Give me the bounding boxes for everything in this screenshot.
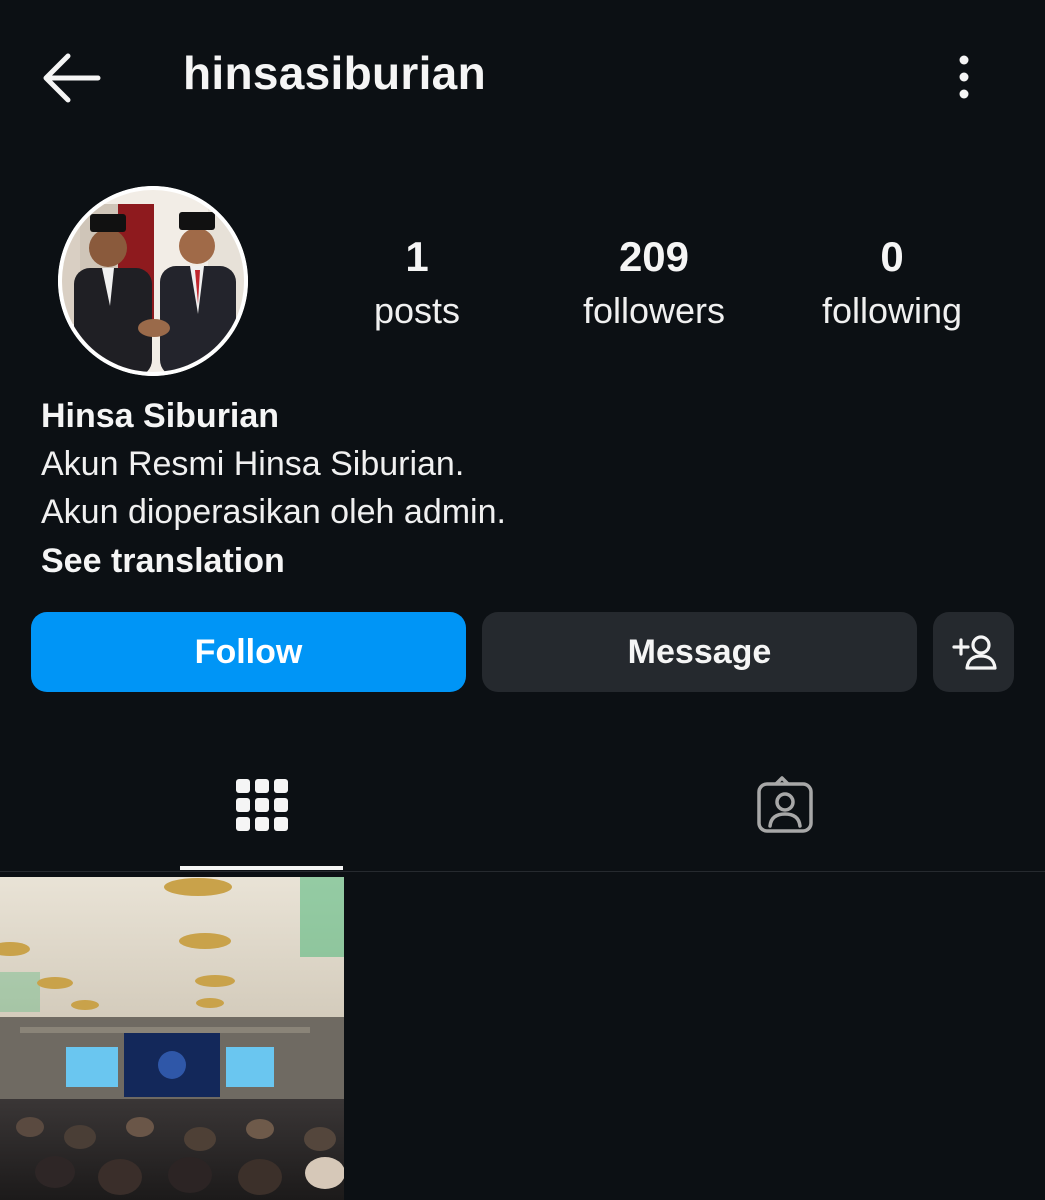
posts-count-label: posts (373, 290, 461, 331)
active-tab-indicator (180, 866, 343, 870)
bio-line: Akun dioperasikan oleh admin. (41, 493, 506, 531)
more-vertical-icon[interactable] (944, 52, 984, 102)
top-app-bar: hinsasiburian (0, 0, 1045, 150)
see-translation-link[interactable]: See translation (41, 536, 285, 586)
follow-button[interactable]: Follow (31, 612, 466, 692)
followers-count-label: followers (582, 290, 726, 331)
add-user-button[interactable] (933, 612, 1014, 692)
following-count-value: 0 (880, 233, 904, 280)
post-thumbnail[interactable] (0, 877, 344, 1200)
posts-grid (0, 877, 1045, 1200)
post-image (0, 877, 344, 1200)
bio-line: Akun Resmi Hinsa Siburian. (41, 445, 465, 483)
avatar[interactable] (58, 186, 248, 376)
message-button[interactable]: Message (482, 612, 917, 692)
profile-photo (58, 186, 248, 376)
grid-icon (235, 779, 288, 831)
tagged-user-icon (756, 776, 813, 833)
profile-tabs (0, 740, 1045, 872)
tab-tagged[interactable] (703, 740, 866, 870)
posts-count-value: 1 (405, 233, 429, 280)
profile-username: hinsasiburian (183, 47, 486, 99)
following-count[interactable]: 0 following (792, 230, 992, 338)
posts-count[interactable]: 1 posts (317, 230, 517, 338)
arrow-left-icon[interactable] (40, 50, 102, 106)
followers-count-value: 209 (618, 233, 690, 280)
profile-bio: Hinsa Siburian Akun Resmi Hinsa Siburian… (41, 392, 1001, 586)
tab-posts-grid[interactable] (180, 740, 343, 870)
following-count-label: following (821, 290, 963, 331)
followers-count[interactable]: 209 followers (554, 230, 754, 338)
profile-display-name: Hinsa Siburian (41, 397, 280, 435)
add-user-icon (951, 635, 997, 670)
